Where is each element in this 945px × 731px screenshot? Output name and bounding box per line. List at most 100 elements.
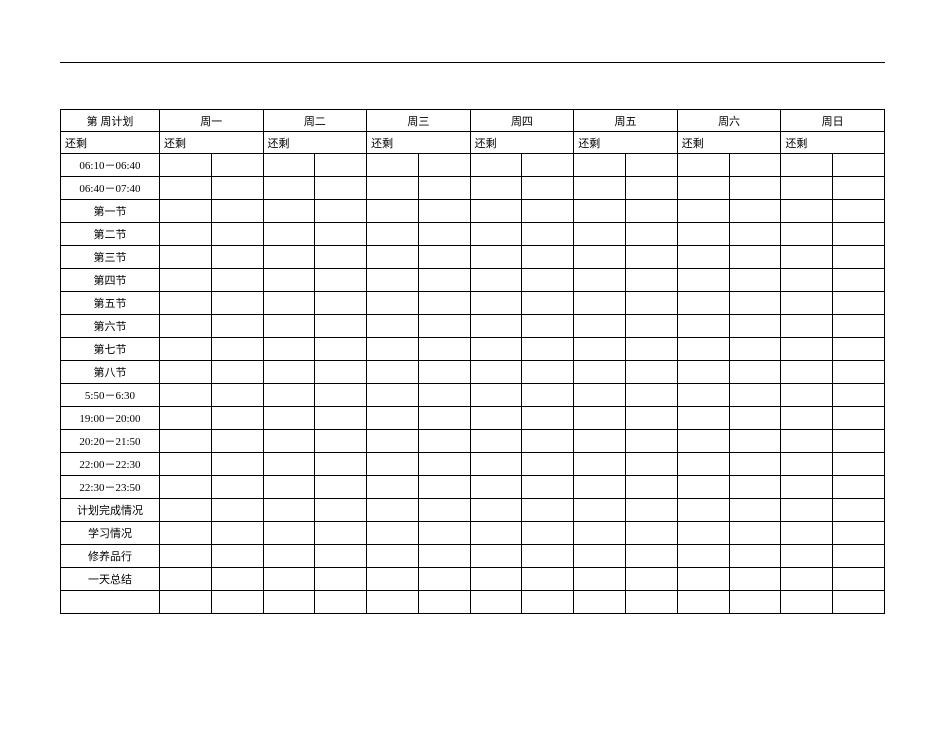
cell [159,430,211,453]
table-row: 一天总结 [61,568,885,591]
cell [263,407,315,430]
cell [781,545,833,568]
cell [781,361,833,384]
cell [781,269,833,292]
cell [470,384,522,407]
cell [367,154,419,177]
cell [470,246,522,269]
cell [315,223,367,246]
cell [367,338,419,361]
table-row: 22:00－22:30 [61,453,885,476]
table-row: 19:00－20:00 [61,407,885,430]
cell [367,315,419,338]
cell [626,315,678,338]
table-row: 第六节 [61,315,885,338]
cell [159,246,211,269]
cell [211,269,263,292]
cell [677,200,729,223]
cell [522,223,574,246]
cell [729,476,781,499]
cell [315,361,367,384]
cell [470,223,522,246]
cell [677,430,729,453]
cell [574,223,626,246]
cell [263,499,315,522]
cell [833,591,885,614]
cell [522,568,574,591]
cell [315,476,367,499]
cell [315,315,367,338]
cell [470,292,522,315]
cell [211,430,263,453]
cell [522,476,574,499]
cell [470,315,522,338]
cell [729,499,781,522]
cell [159,361,211,384]
cell [626,499,678,522]
remain-cell: 还剩 [677,132,781,154]
cell [729,154,781,177]
cell [263,269,315,292]
cell [263,384,315,407]
cell [626,476,678,499]
row-label: 第七节 [61,338,160,361]
row-label: 第二节 [61,223,160,246]
cell [470,177,522,200]
table-row: 第八节 [61,361,885,384]
cell [315,154,367,177]
row-label: 修养品行 [61,545,160,568]
cell [470,200,522,223]
cell [315,384,367,407]
cell [470,361,522,384]
cell [367,177,419,200]
cell [418,269,470,292]
cell [574,568,626,591]
cell [315,292,367,315]
cell [367,292,419,315]
cell [833,545,885,568]
table-row: 5:50－6:30 [61,384,885,407]
cell [677,361,729,384]
cell [729,430,781,453]
cell [781,177,833,200]
cell [522,338,574,361]
cell [833,568,885,591]
cell [781,384,833,407]
cell [833,430,885,453]
row-label: 第六节 [61,315,160,338]
page-container: 第 周计划 周一 周二 周三 周四 周五 周六 周日 还剩 还剩 还剩 还剩 还… [0,62,945,614]
cell [781,591,833,614]
cell [833,177,885,200]
cell [677,246,729,269]
row-label: 第五节 [61,292,160,315]
cell [677,223,729,246]
cell [263,154,315,177]
cell [367,269,419,292]
cell [211,154,263,177]
row-label: 19:00－20:00 [61,407,160,430]
cell [677,407,729,430]
cell [211,522,263,545]
cell [574,430,626,453]
cell [159,476,211,499]
cell [418,200,470,223]
cell [522,430,574,453]
cell [522,453,574,476]
cell [781,246,833,269]
cell [367,246,419,269]
cell [833,223,885,246]
cell [626,269,678,292]
cell [418,407,470,430]
cell [677,269,729,292]
cell [159,384,211,407]
cell [315,269,367,292]
cell [159,568,211,591]
cell [418,453,470,476]
cell [159,269,211,292]
row-label: 5:50－6:30 [61,384,160,407]
cell [263,476,315,499]
table-row: 第四节 [61,269,885,292]
cell [574,154,626,177]
remain-cell: 还剩 [367,132,471,154]
cell [574,246,626,269]
